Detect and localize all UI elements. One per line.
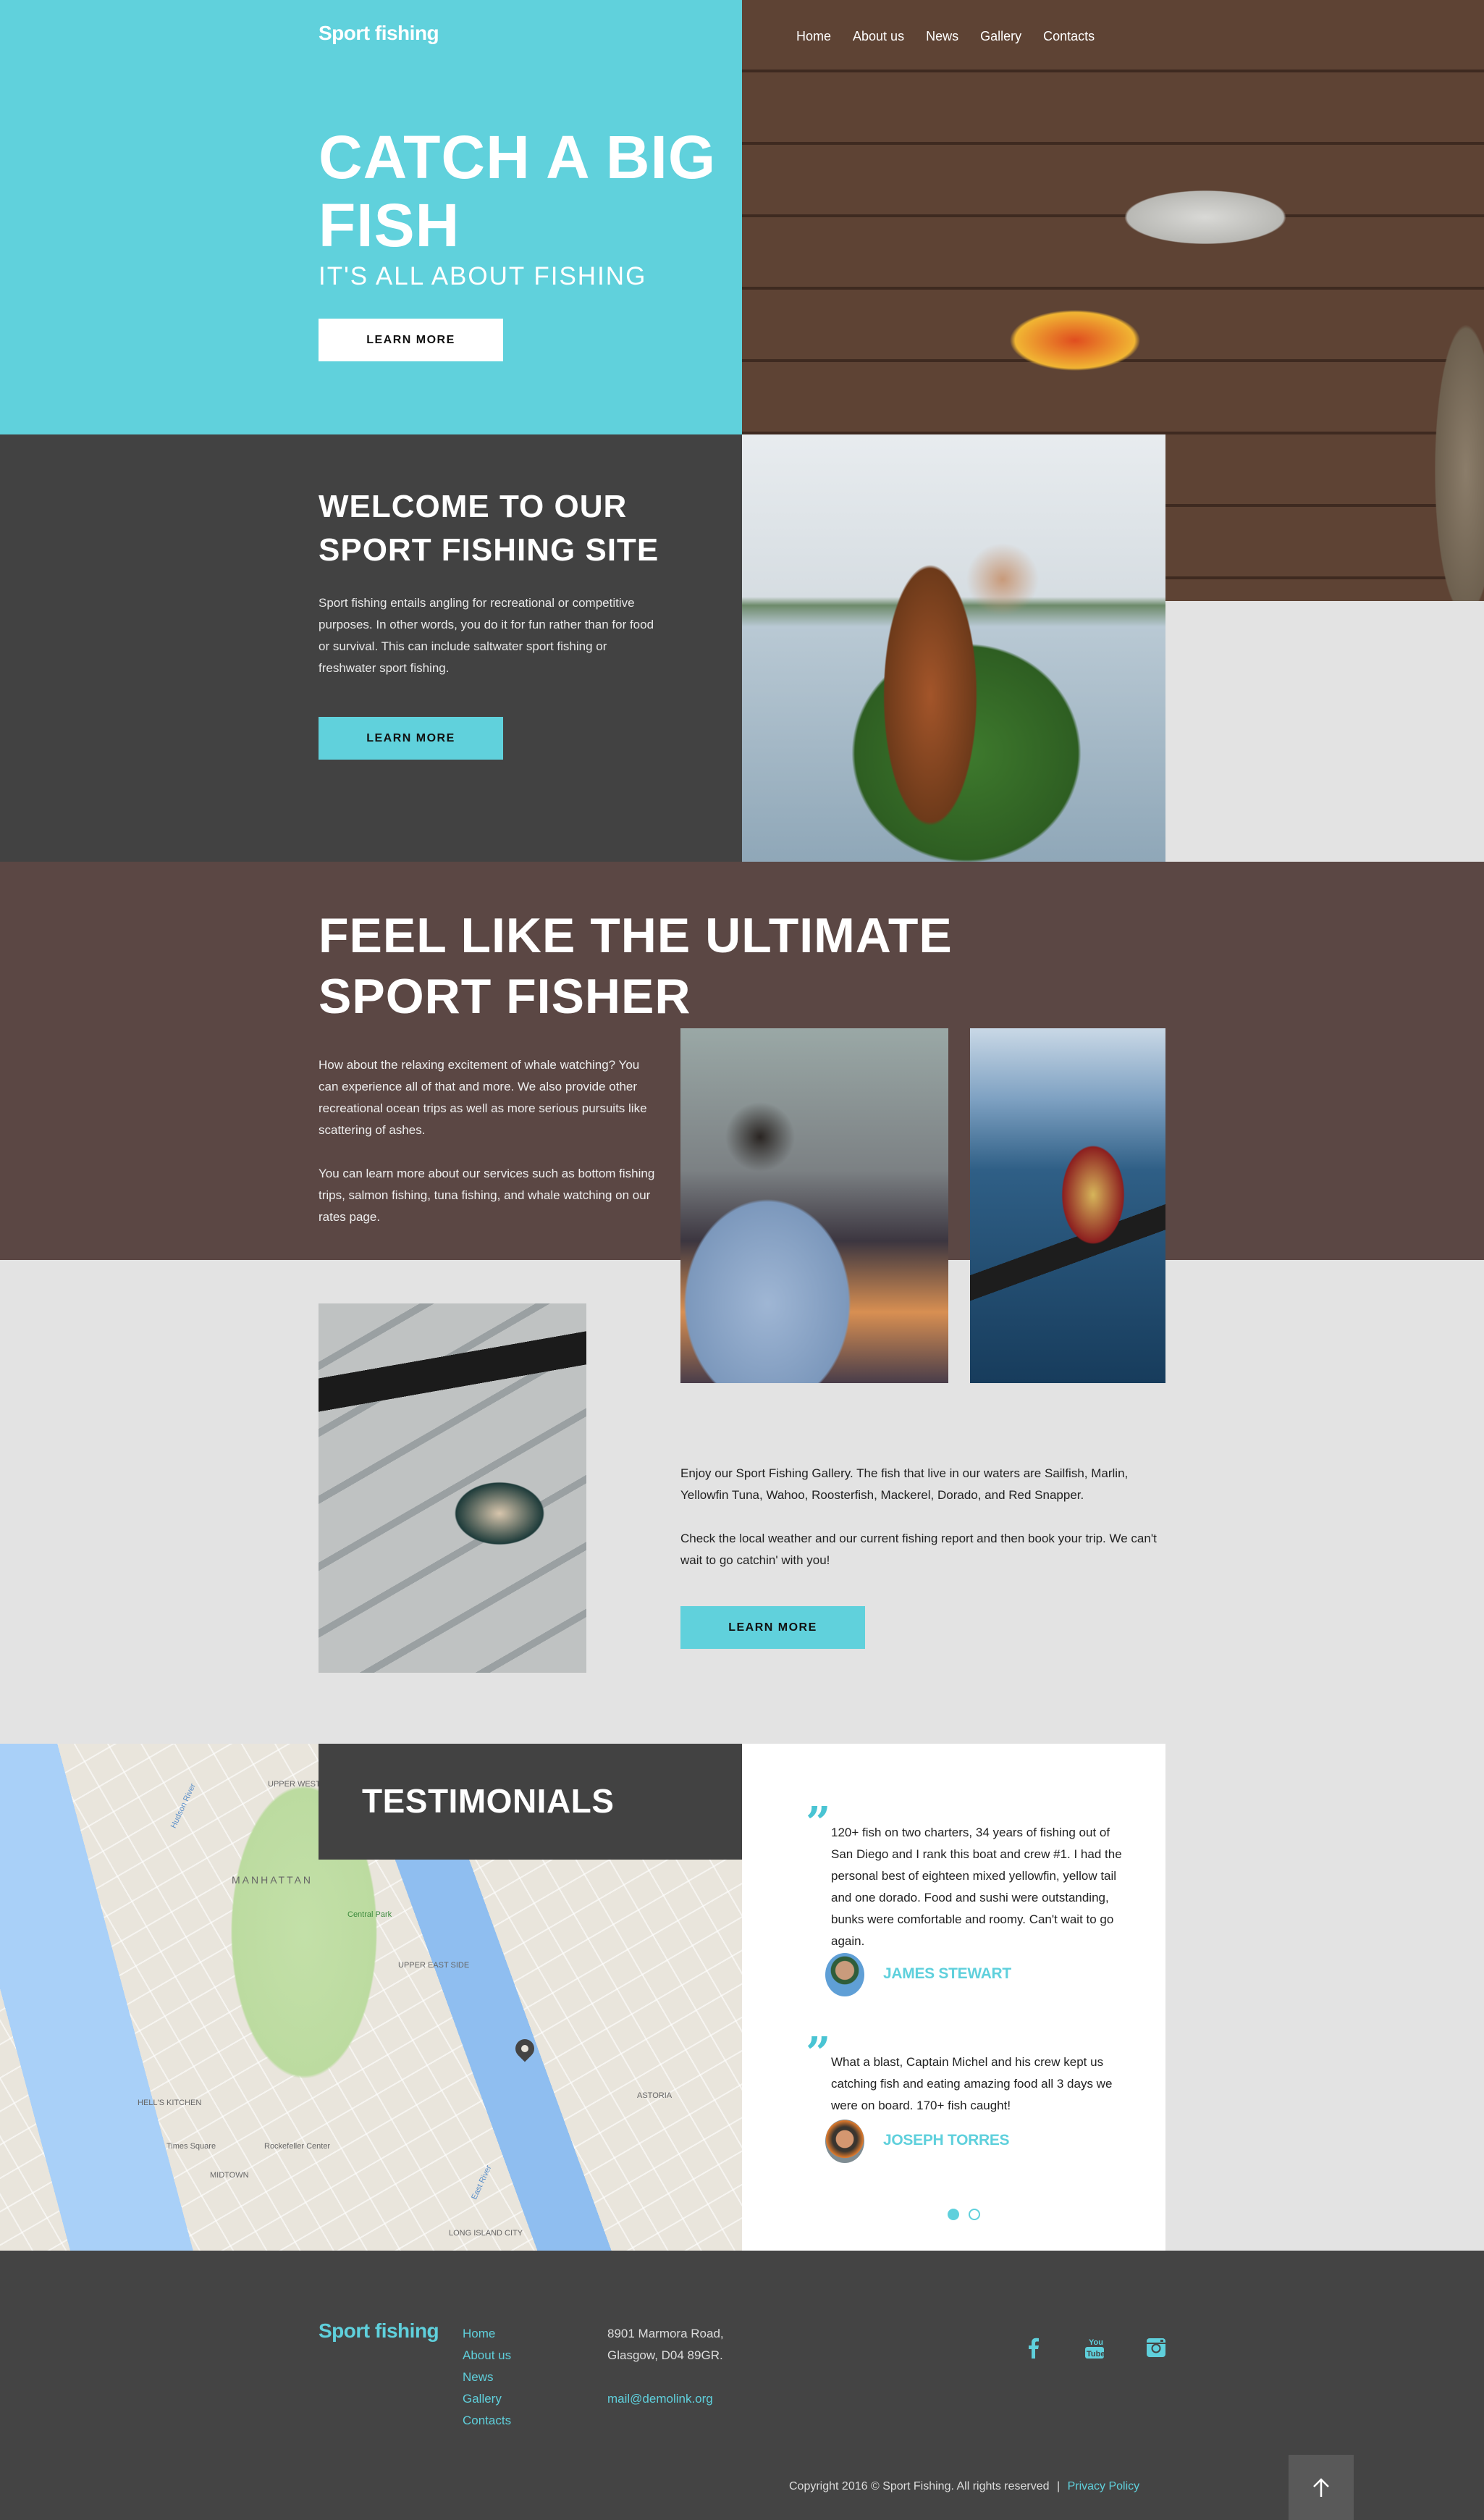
facebook-icon[interactable] <box>1023 2336 1045 2359</box>
hero-subtitle: IT'S ALL ABOUT FISHING <box>319 262 647 290</box>
footer-nav-contacts[interactable]: Contacts <box>463 2410 511 2432</box>
map-label: ASTORIA <box>637 2091 673 2100</box>
copyright-text: Copyright 2016 © Sport Fishing. All righ… <box>789 2480 1050 2492</box>
instagram-icon[interactable] <box>1145 2336 1167 2359</box>
testimonial-author: JOSEPH TORRES <box>883 2132 1010 2149</box>
ultimate-text: How about the relaxing excitement of wha… <box>319 1054 659 1228</box>
gallery-text: Enjoy our Sport Fishing Gallery. The fis… <box>680 1463 1173 1571</box>
footer-address: 8901 Marmora Road, Glasgow, D04 89GR. <box>607 2323 724 2366</box>
separator: | <box>1056 2480 1061 2492</box>
footer-logo[interactable]: Sport fishing <box>319 2319 439 2343</box>
map-label: UPPER EAST SIDE <box>398 1961 470 1970</box>
gallery-paragraph: Enjoy our Sport Fishing Gallery. The fis… <box>680 1466 1129 1502</box>
map-label: MANHATTAN <box>232 1874 313 1886</box>
hero-learn-more-button[interactable]: LEARN MORE <box>319 319 503 361</box>
privacy-policy-link[interactable]: Privacy Policy <box>1068 2480 1140 2492</box>
angler-sunset-image <box>680 1028 948 1383</box>
carousel-dot-1[interactable] <box>948 2209 959 2220</box>
map-label: Hudson River <box>169 1782 198 1830</box>
testimonial-text: What a blast, Captain Michel and his cre… <box>831 2055 1113 2112</box>
footer-nav-news[interactable]: News <box>463 2366 511 2388</box>
main-nav: Home About us News Gallery Contacts <box>796 29 1095 44</box>
avatar <box>825 1953 864 1996</box>
testimonials-panel: ” 120+ fish on two charters, 34 years of… <box>742 1744 1165 2251</box>
angler-with-pike-image <box>742 434 1165 862</box>
youtube-icon[interactable]: You Tube <box>1084 2336 1105 2359</box>
copyright: Copyright 2016 © Sport Fishing. All righ… <box>789 2480 1139 2493</box>
ultimate-title: FEEL LIKE THE ULTIMATE SPORT FISHER <box>319 908 953 1024</box>
arrow-up-icon <box>1313 2478 1329 2497</box>
carousel-dot-2[interactable] <box>969 2209 980 2220</box>
address-line: Glasgow, D04 89GR. <box>607 2348 723 2362</box>
avatar <box>825 2120 864 2163</box>
footer <box>0 2251 1484 2520</box>
gallery-paragraph: Check the local weather and our current … <box>680 1532 1157 1567</box>
map-label: HELL'S KITCHEN <box>138 2099 202 2107</box>
ultimate-paragraph: How about the relaxing excitement of wha… <box>319 1058 647 1137</box>
hero-title: CATCH A BIG FISH <box>319 123 717 259</box>
address-line: 8901 Marmora Road, <box>607 2327 724 2340</box>
footer-nav-gallery[interactable]: Gallery <box>463 2388 511 2410</box>
map-label: Times Square <box>166 2142 216 2151</box>
welcome-title: WELCOME TO OUR SPORT FISHING SITE <box>319 489 659 568</box>
nav-gallery[interactable]: Gallery <box>980 29 1021 44</box>
gallery-learn-more-button[interactable]: LEARN MORE <box>680 1606 865 1649</box>
welcome-learn-more-button[interactable]: LEARN MORE <box>319 717 503 760</box>
spacer-block <box>1165 601 1484 862</box>
nav-about-us[interactable]: About us <box>853 29 904 44</box>
map-label: Rockefeller Center <box>264 2142 331 2151</box>
welcome-text: Sport fishing entails angling for recrea… <box>319 596 654 675</box>
nav-contacts[interactable]: Contacts <box>1043 29 1095 44</box>
quote-icon: ” <box>806 1798 831 1849</box>
footer-nav: Home About us News Gallery Contacts <box>463 2323 511 2432</box>
footer-nav-about-us[interactable]: About us <box>463 2345 511 2366</box>
ultimate-paragraph: You can learn more about our services su… <box>319 1167 655 1224</box>
site-logo[interactable]: Sport fishing <box>319 22 439 45</box>
testimonial-text: 120+ fish on two charters, 34 years of f… <box>831 1826 1122 1948</box>
tackle-box-image <box>319 1303 586 1673</box>
nav-home[interactable]: Home <box>796 29 831 44</box>
footer-email-link[interactable]: mail@demolink.org <box>607 2388 713 2410</box>
map-label: MIDTOWN <box>210 2171 249 2180</box>
map-label: East River <box>470 2164 494 2201</box>
ocean-reel-image <box>970 1028 1165 1383</box>
scroll-to-top-button[interactable] <box>1289 2455 1354 2520</box>
map-label: LONG ISLAND CITY <box>449 2229 523 2238</box>
svg-text:Tube: Tube <box>1087 2350 1105 2359</box>
footer-nav-home[interactable]: Home <box>463 2323 511 2345</box>
svg-text:You: You <box>1089 2338 1103 2347</box>
testimonials-title: TESTIMONIALS <box>362 1782 615 1820</box>
nav-news[interactable]: News <box>926 29 958 44</box>
map-label: Central Park <box>347 1910 392 1919</box>
testimonial-author: JAMES STEWART <box>883 1965 1011 1982</box>
quote-icon: ” <box>806 2028 831 2079</box>
